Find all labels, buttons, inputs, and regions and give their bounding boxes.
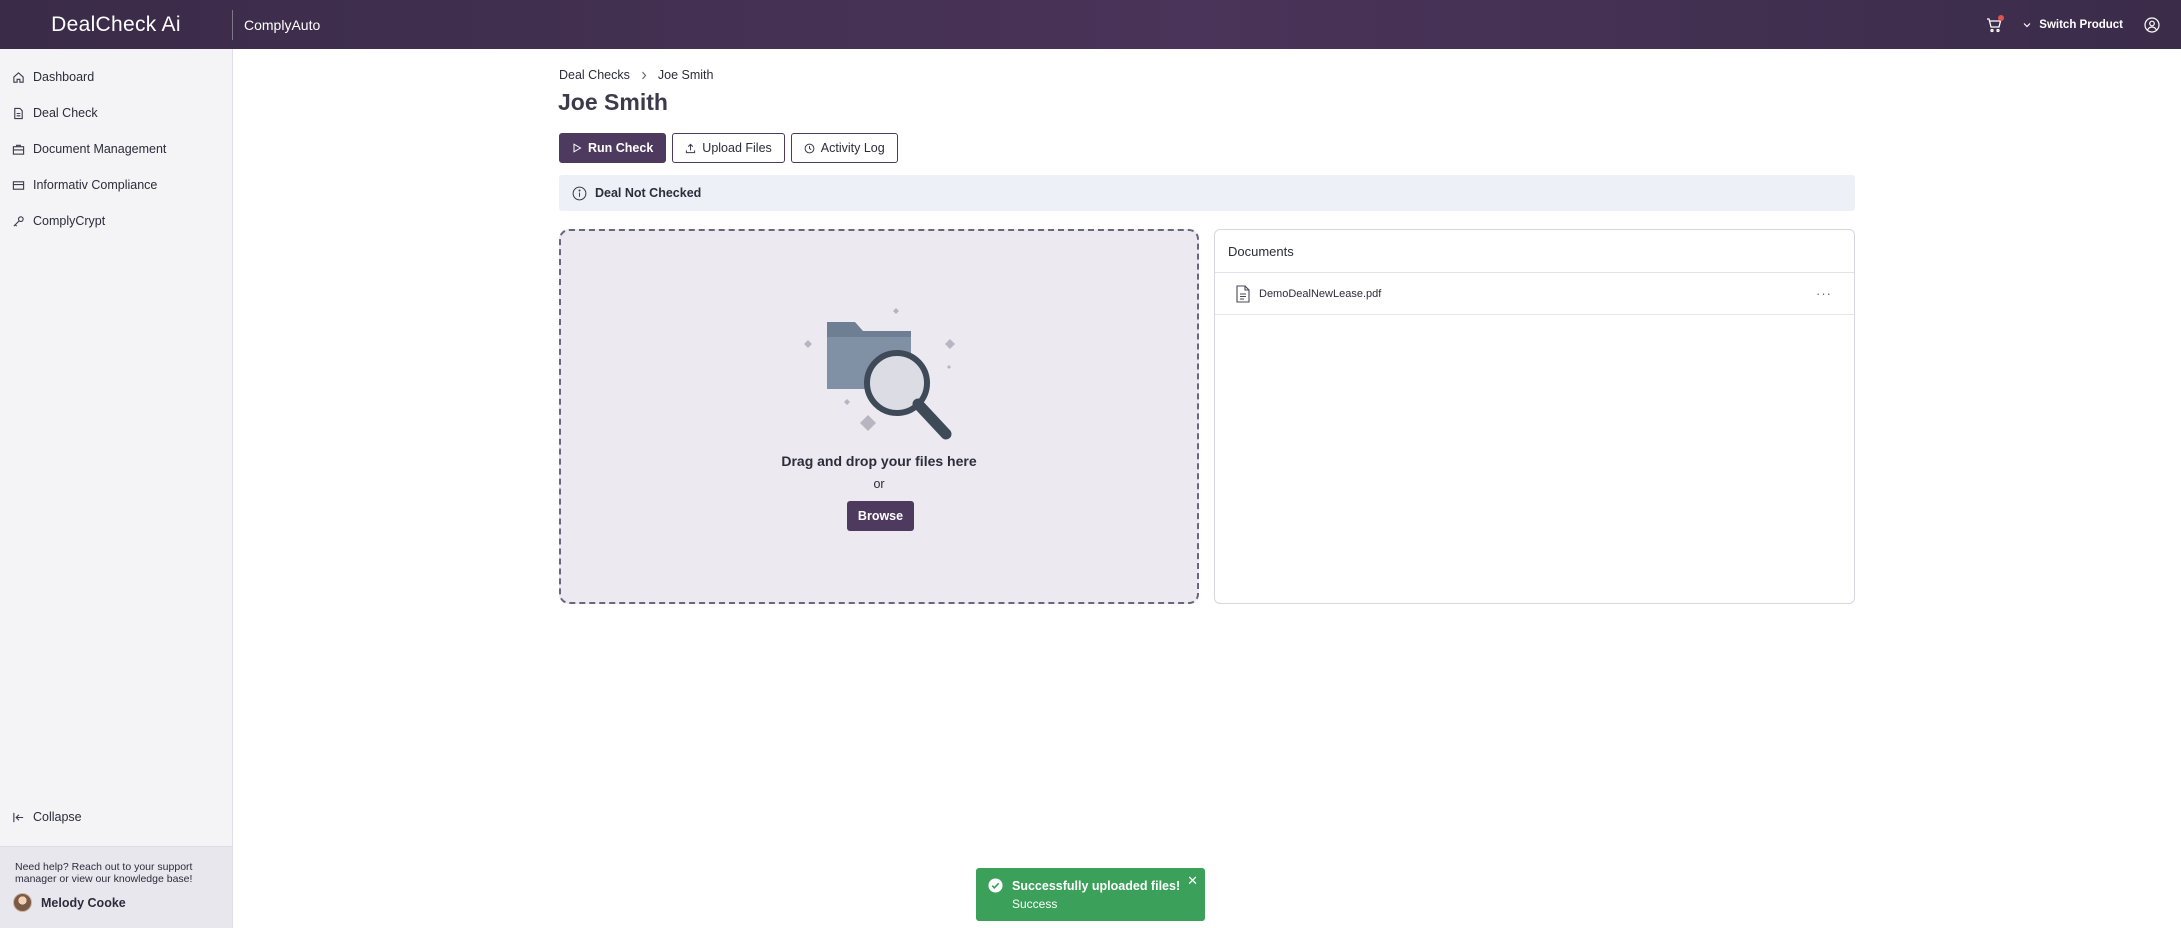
topbar-actions: Switch Product <box>1983 0 2181 49</box>
notification-dot <box>1998 14 2005 21</box>
home-icon <box>13 71 24 83</box>
file-icon <box>1236 284 1250 303</box>
top-bar: DealCheck Ai ComplyAuto Switch Product <box>0 0 2181 49</box>
topbar-divider <box>232 9 233 40</box>
help-box: Need help? Reach out to your support man… <box>0 846 232 928</box>
breadcrumb: Deal Checks Joe Smith <box>559 68 713 82</box>
check-circle-icon <box>988 878 1003 893</box>
breadcrumb-current: Joe Smith <box>657 68 714 82</box>
file-dropzone[interactable]: Drag and drop your files here or Browse <box>559 229 1199 604</box>
sidebar: Dashboard Deal Check Document Management… <box>0 49 233 928</box>
chevron-right-icon <box>641 71 647 79</box>
switch-product-button[interactable]: Switch Product <box>2023 19 2123 31</box>
deal-status-banner: Deal Not Checked <box>559 175 1855 211</box>
sidebar-item-label: Document Management <box>33 142 167 156</box>
sidebar-item-deal-check[interactable]: Deal Check <box>12 106 98 120</box>
user-name: Melody Cooke <box>41 895 126 910</box>
browse-button[interactable]: Browse <box>847 501 914 531</box>
close-icon[interactable]: ✕ <box>1187 873 1198 889</box>
activity-log-button[interactable]: Activity Log <box>790 133 898 163</box>
upload-icon <box>686 143 696 153</box>
run-check-label: Run Check <box>588 141 654 155</box>
status-text: Deal Not Checked <box>595 186 702 200</box>
toast-subtitle: Success <box>1012 897 1058 911</box>
sidebar-item-complycrypt[interactable]: ComplyCrypt <box>12 214 105 228</box>
card-icon <box>12 180 25 190</box>
app-logo[interactable]: DealCheck Ai <box>0 0 232 49</box>
sidebar-item-dashboard[interactable]: Dashboard <box>12 70 94 84</box>
more-options-icon[interactable]: ··· <box>1816 286 1832 301</box>
toast-title: Successfully uploaded files! <box>1012 879 1181 893</box>
activity-log-label: Activity Log <box>820 141 885 155</box>
clock-icon <box>804 143 815 153</box>
dropzone-or: or <box>873 477 885 491</box>
user-menu-button[interactable] <box>2141 14 2163 36</box>
sidebar-item-label: Informativ Compliance <box>33 178 158 192</box>
current-user[interactable]: Melody Cooke <box>13 893 126 912</box>
play-icon <box>573 143 582 153</box>
document-icon <box>14 107 23 119</box>
sidebar-item-label: ComplyCrypt <box>33 214 106 228</box>
avatar <box>13 893 32 912</box>
documents-panel: Documents DemoDealNewLease.pdf ··· <box>1214 229 1855 604</box>
run-check-button[interactable]: Run Check <box>559 133 667 163</box>
document-name: DemoDealNewLease.pdf <box>1259 287 1382 300</box>
sidebar-item-label: Dashboard <box>33 70 95 84</box>
sidebar-item-informativ-compliance[interactable]: Informativ Compliance <box>12 178 157 192</box>
info-icon <box>572 186 587 200</box>
folder-search-icon <box>804 308 955 440</box>
briefcase-icon <box>12 144 25 155</box>
action-buttons: Run Check Upload Files Activity Log <box>559 133 898 163</box>
upload-files-button[interactable]: Upload Files <box>672 133 785 163</box>
breadcrumb-deal-checks[interactable]: Deal Checks <box>559 68 630 82</box>
page-title: Joe Smith <box>558 89 668 115</box>
collapse-button[interactable]: Collapse <box>12 810 82 824</box>
collapse-label: Collapse <box>33 810 82 824</box>
document-row[interactable]: DemoDealNewLease.pdf ··· <box>1215 273 1854 315</box>
cart-button[interactable] <box>1983 14 2005 36</box>
chevron-down-icon <box>2023 22 2031 27</box>
success-toast: Successfully uploaded files! Success ✕ <box>976 868 1205 921</box>
switch-product-label: Switch Product <box>2039 18 2123 31</box>
product-name: ComplyAuto <box>244 16 321 33</box>
user-circle-icon <box>2144 16 2160 33</box>
key-icon <box>13 215 24 227</box>
help-text: Need help? Reach out to your support man… <box>15 861 193 885</box>
sidebar-item-document-management[interactable]: Document Management <box>12 142 166 156</box>
collapse-arrow-icon <box>13 812 24 822</box>
documents-header: Documents <box>1215 230 1854 273</box>
upload-files-label: Upload Files <box>702 141 772 155</box>
dropzone-title: Drag and drop your files here <box>781 453 977 469</box>
sidebar-item-label: Deal Check <box>33 106 98 120</box>
